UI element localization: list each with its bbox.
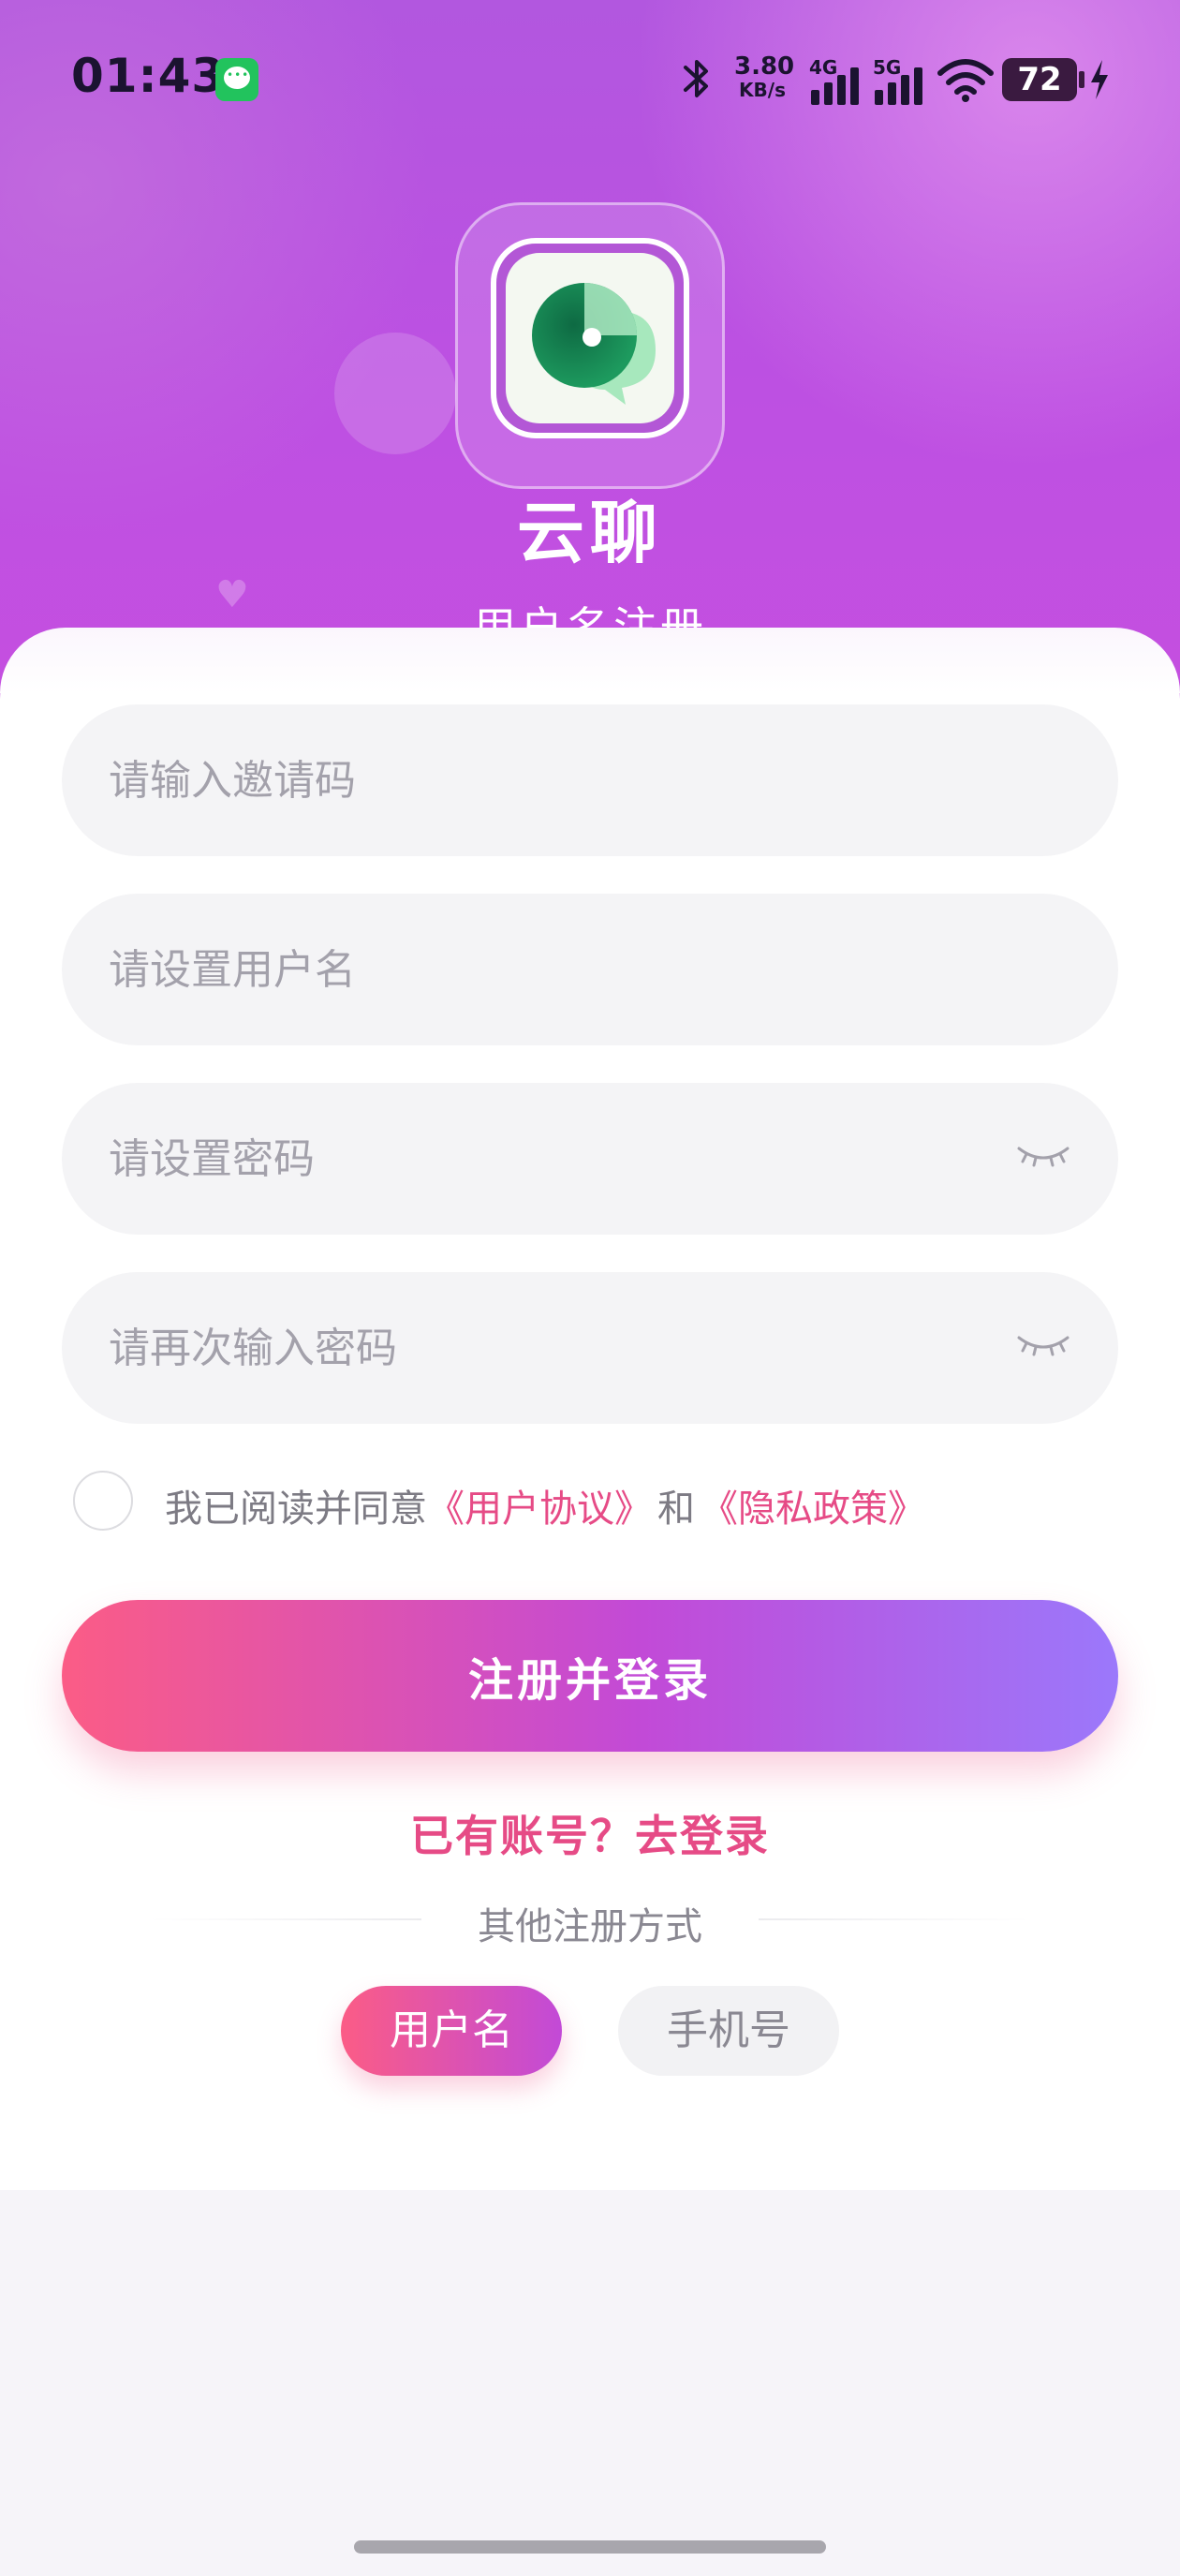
invite-code-input[interactable] [109, 704, 1008, 856]
privacy-policy-link[interactable]: 《隐私政策》 [701, 1488, 925, 1531]
signal-5g-label: 5G [873, 56, 902, 79]
charging-bolt-icon [1091, 60, 1108, 99]
password-input[interactable] [109, 1083, 1008, 1235]
chat-notification-icon [215, 58, 258, 101]
user-agreement-link[interactable]: 《用户协议》 [427, 1488, 652, 1531]
decorative-bubble [334, 333, 456, 454]
network-speed-unit: KB/s [739, 79, 786, 101]
status-bar: 01:43 3.80 KB/s 4G 5G 72 [0, 0, 1180, 159]
invite-code-field[interactable] [62, 704, 1118, 856]
signal-4g-icon: 4G [809, 56, 865, 105]
agreement-text: 我已阅读并同意《用户协议》和《隐私政策》 [165, 1478, 925, 1532]
confirm-password-field[interactable] [62, 1272, 1118, 1424]
username-input[interactable] [109, 894, 1008, 1045]
agreement-prefix: 我已阅读并同意 [165, 1488, 427, 1531]
agreement-row: 我已阅读并同意《用户协议》和《隐私政策》 [73, 1469, 1150, 1531]
divider-right [759, 1918, 1030, 1920]
eye-closed-icon[interactable] [1015, 1326, 1071, 1364]
password-field[interactable] [62, 1083, 1118, 1235]
signal-5g-icon: 5G [873, 56, 929, 105]
method-username-tab[interactable]: 用户名 [341, 1986, 562, 2076]
go-login-link[interactable]: 已有账号？去登录 [0, 1802, 1180, 1864]
network-speed: 3.80 KB/s [734, 52, 795, 101]
card-top-fade [0, 628, 1180, 693]
app-name: 云聊 [516, 494, 663, 572]
agreement-and: 和 [657, 1488, 695, 1531]
network-speed-value: 3.80 [734, 52, 795, 81]
signal-4g-label: 4G [809, 56, 838, 79]
bluetooth-icon [684, 60, 708, 97]
wifi-icon [937, 59, 994, 102]
home-indicator[interactable] [354, 2540, 826, 2554]
status-time: 01:43 [71, 49, 226, 103]
app-logo-icon [506, 253, 674, 423]
username-field[interactable] [62, 894, 1118, 1045]
eye-closed-icon[interactable] [1015, 1137, 1071, 1175]
method-phone-tab[interactable]: 手机号 [618, 1986, 839, 2076]
register-login-button[interactable]: 注册并登录 [62, 1600, 1118, 1752]
other-methods-label: 其他注册方式 [478, 1905, 702, 1948]
confirm-password-input[interactable] [109, 1272, 1008, 1424]
battery-indicator: 72 [1002, 58, 1084, 101]
register-screen: ♥ 01:43 3.80 KB/s 4G 5G [0, 0, 1180, 2576]
agreement-checkbox[interactable] [73, 1471, 133, 1531]
